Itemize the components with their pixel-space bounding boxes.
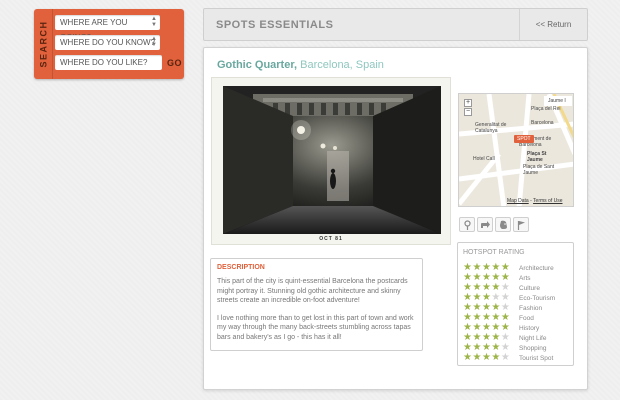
spot-title: Gothic Quarter, Barcelona, Spain [217,59,384,71]
star-filled-icon: ★ [481,352,491,363]
flag-icon [517,220,525,230]
where-like-input[interactable]: WHERE DO YOU LIKE? [55,55,162,70]
spot-photo [223,86,441,234]
photo-caption: OCT 81 [319,236,343,242]
select-arrows-icon: ▲ ▼ [151,16,157,28]
page-title: SPOTS ESSENTIALS [216,19,334,31]
star-filled-icon: ★ [463,352,472,363]
where-like-text: WHERE DO YOU LIKE? [60,58,148,67]
rating-heading: HOTSPOT RATING [463,249,525,256]
share-icon [480,221,490,228]
spot-map[interactable]: Jaume I Plaça del Rei Generalitat de Cat… [458,93,574,207]
evernote-button[interactable] [495,217,511,232]
rating-label: Culture [519,284,540,292]
rating-label: Food [519,314,534,322]
map-data-link[interactable]: Map Data [507,198,529,204]
rating-label: Arts [519,274,531,282]
description-box: DESCRIPTION This part of the city is qui… [210,258,423,351]
action-row [459,217,529,232]
rating-label: Night Life [519,334,547,342]
spot-name: Gothic Quarter, [217,59,298,71]
evernote-icon [499,220,507,229]
map-label: Barcelona [531,120,554,126]
where-know-select[interactable]: WHERE DO YOU KNOW? ▲ ▼ [55,35,160,50]
go-button[interactable]: GO [167,58,182,68]
map-zoom-out-button[interactable]: − [464,108,472,116]
select-arrows-icon: ▲ ▼ [151,36,157,48]
star-empty-icon: ★ [500,352,510,363]
photo-frame: OCT 81 [211,77,451,245]
map-label: Hotel Call [473,156,495,162]
star-filled-icon: ★ [491,352,501,363]
description-paragraph-2: I love nothing more than to get lost in … [217,314,414,341]
rating-stars: ★ ★ ★ ★ ★ [463,353,517,363]
where-going-select[interactable]: WHERE ARE YOU GOING? ▲▼ [55,15,160,42]
map-zoom-in-button[interactable]: + [464,99,472,107]
map-label: Plaça de Sant Jaume [523,164,555,176]
search-tab: SEARCH [34,9,53,79]
flag-button[interactable] [513,217,529,232]
rating-label: Shopping [519,344,547,352]
rating-label: History [519,324,540,332]
map-label: Jaume I [548,98,566,104]
pin-icon [463,219,471,230]
map-label: Plaça del Rei [531,106,561,112]
description-paragraph-1: This part of the city is quint-essential… [217,278,408,304]
share-button[interactable] [477,217,493,232]
map-label: Plaça St Jaume [527,151,547,163]
header-bar: SPOTS ESSENTIALS << Return [203,8,588,41]
map-label: Generalitat de Catalunya [475,122,507,134]
map-terms-link[interactable]: Terms of Use [533,198,562,204]
map-marker[interactable]: SPOT [514,135,534,143]
rating-label: Eco-Tourism [519,294,556,302]
rating-label: Fashion [519,304,543,312]
hotspot-rating-box: HOTSPOT RATING ★ ★ ★ ★ ★ Architecture ★ ★ ★ ★ ★ Art… [457,242,574,366]
spot-card: Gothic Quarter, Barcelona, Spain OCT 81 … [203,47,588,390]
pin-button[interactable] [459,217,475,232]
star-filled-icon: ★ [472,352,482,363]
where-know-text: WHERE DO YOU KNOW? [60,38,155,47]
rating-label: Tourist Spot [519,354,554,362]
return-button[interactable]: << Return [519,9,587,40]
search-tab-label: SEARCH [38,20,49,68]
rating-label: Architecture [519,264,554,272]
spot-location: Barcelona, Spain [300,59,384,71]
description-heading: DESCRIPTION [217,264,265,271]
map-attribution: Map Data - Terms of Use [507,198,563,204]
search-panel: SEARCH WHERE ARE YOU GOING? ▲▼ WHERE DO … [34,9,184,79]
alley-photo-art [223,86,441,234]
rating-row: ★ ★ ★ ★ ★ Tourist Spot [463,353,553,363]
